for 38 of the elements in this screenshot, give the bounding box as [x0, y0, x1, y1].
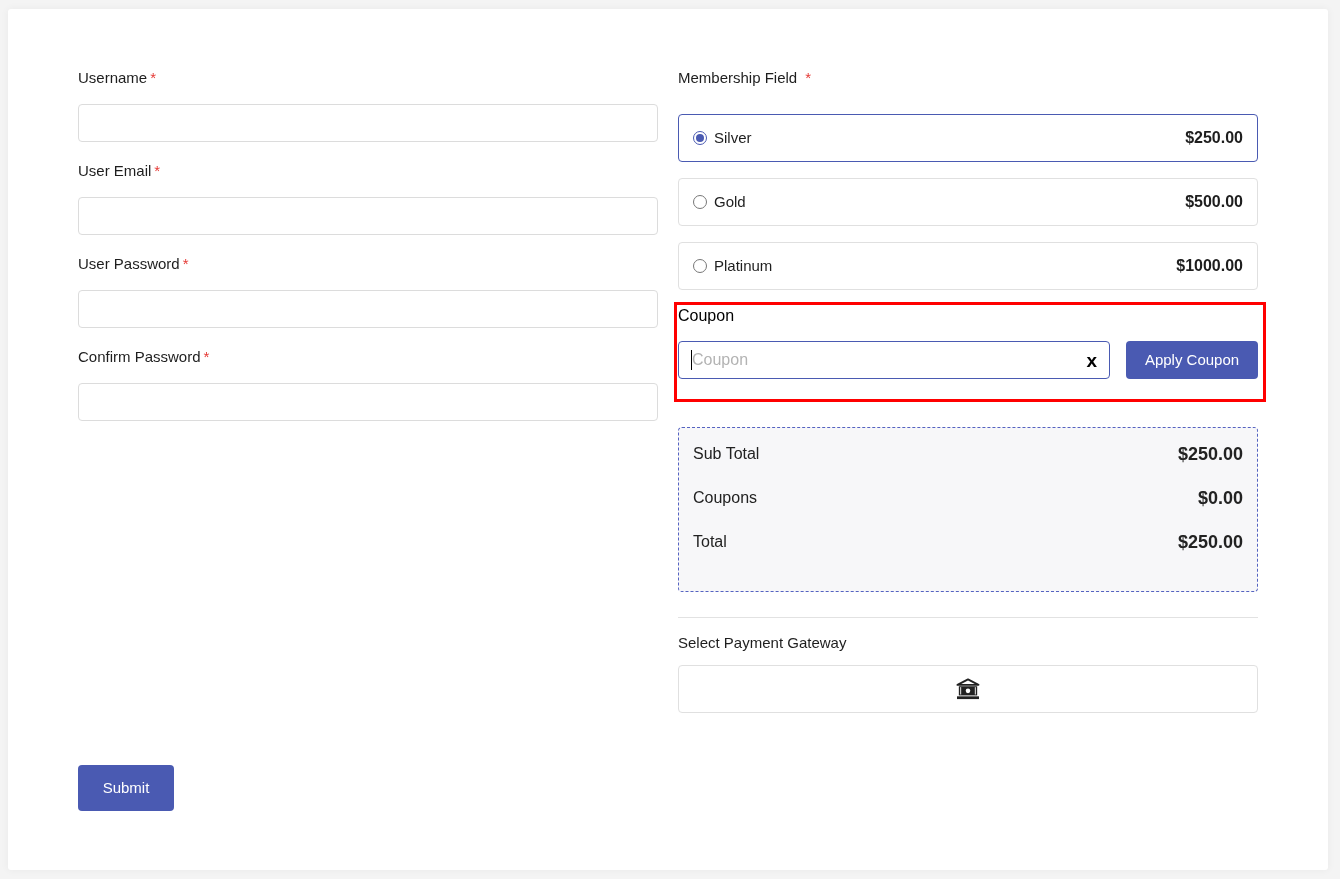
- summary-label: Total: [693, 532, 727, 552]
- option-price: $1000.00: [1176, 256, 1243, 276]
- input-field[interactable]: [78, 197, 658, 235]
- option-price: $500.00: [1185, 192, 1243, 212]
- required-mark: *: [805, 68, 812, 88]
- summary-label: Sub Total: [693, 444, 760, 464]
- input-field[interactable]: [78, 104, 658, 142]
- field-label: User Email: [78, 161, 152, 181]
- option-name: Gold: [714, 191, 746, 212]
- membership-option[interactable]: Gold $500.00: [678, 178, 1258, 226]
- option-name: Platinum: [714, 255, 773, 276]
- text-cursor-icon: [691, 350, 692, 370]
- field-label: Membership Field: [678, 68, 798, 88]
- summary-label: Coupons: [693, 488, 758, 508]
- field-label: Confirm Password: [78, 347, 201, 367]
- apply-coupon-button[interactable]: Apply Coupon: [1126, 341, 1258, 379]
- coupon-field[interactable]: Coupon x: [678, 341, 1110, 379]
- membership-option[interactable]: Platinum $1000.00: [678, 242, 1258, 290]
- field-label: Coupon: [678, 306, 736, 326]
- summary-value: $250.00: [1177, 530, 1243, 554]
- option-name: Silver: [714, 127, 752, 148]
- submit-button[interactable]: Submit: [78, 765, 174, 811]
- required-mark: *: [182, 254, 189, 274]
- option-price: $250.00: [1185, 128, 1243, 148]
- bank-icon: [956, 678, 980, 700]
- field-label: Select Payment Gateway: [678, 633, 848, 653]
- payment-gateway-option[interactable]: [678, 665, 1258, 713]
- clear-button[interactable]: x: [1084, 350, 1099, 370]
- input-field[interactable]: [78, 290, 658, 328]
- input-field[interactable]: [78, 383, 658, 421]
- required-mark: *: [154, 161, 161, 181]
- field-label: User Password: [78, 254, 180, 274]
- required-mark: *: [150, 68, 157, 88]
- required-mark: *: [203, 347, 210, 367]
- membership-option[interactable]: Silver $250.00: [678, 114, 1258, 162]
- summary-value: $250.00: [1177, 442, 1243, 466]
- summary-value: $0.00: [1197, 486, 1243, 510]
- field-label: Username: [78, 68, 148, 88]
